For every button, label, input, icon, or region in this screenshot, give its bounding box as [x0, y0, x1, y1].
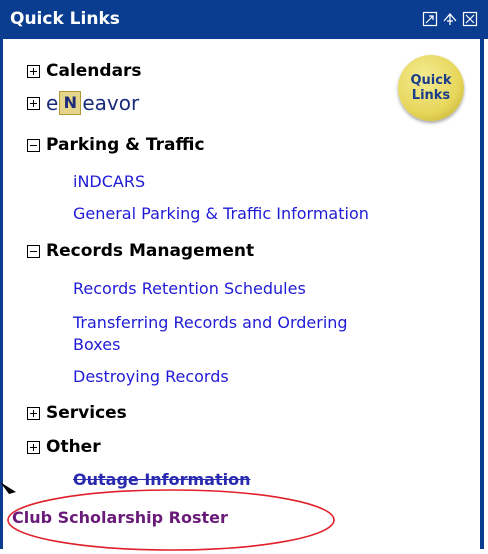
panel-header: Quick Links: [0, 0, 488, 39]
category-calendars[interactable]: Calendars: [27, 61, 142, 81]
endeavor-suffix: eavor: [82, 91, 140, 115]
category-label: Calendars: [46, 61, 142, 81]
category-label: Services: [46, 403, 127, 423]
link-destroying-records[interactable]: Destroying Records: [73, 366, 229, 388]
link-club-scholarship-roster[interactable]: Club Scholarship Roster: [12, 508, 228, 527]
endeavor-prefix: e: [46, 91, 59, 115]
restore-icon[interactable]: [422, 11, 438, 27]
link-indcars[interactable]: iNDCARS: [73, 171, 145, 193]
header-icons: [422, 11, 478, 27]
category-services[interactable]: Services: [27, 403, 127, 423]
category-label: Parking & Traffic: [46, 135, 205, 155]
collapse-up-icon[interactable]: [442, 11, 458, 27]
category-other[interactable]: Other: [27, 437, 101, 457]
category-endeavor[interactable]: e N eavor: [27, 91, 139, 115]
badge-line-2: Links: [411, 88, 451, 103]
link-transferring-records[interactable]: Transferring Records and Ordering: [73, 312, 348, 334]
link-transferring-records-cont[interactable]: Boxes: [73, 334, 120, 356]
endeavor-logo[interactable]: e N eavor: [46, 91, 139, 115]
panel-title: Quick Links: [10, 9, 120, 29]
category-parking[interactable]: Parking & Traffic: [27, 135, 205, 155]
collapse-minus-icon[interactable]: [27, 244, 40, 258]
collapse-minus-icon[interactable]: [27, 138, 40, 152]
link-general-parking[interactable]: General Parking & Traffic Information: [73, 203, 369, 225]
annotation-arrow-icon: [0, 482, 16, 494]
category-label: Other: [46, 437, 101, 457]
close-icon[interactable]: [462, 11, 478, 27]
nd-monogram-icon: N: [59, 91, 82, 115]
expand-plus-icon[interactable]: [27, 96, 40, 110]
quick-links-badge[interactable]: Quick Links: [398, 55, 464, 121]
expand-plus-icon[interactable]: [27, 406, 40, 420]
category-label: Records Management: [46, 241, 255, 261]
badge-line-1: Quick: [410, 73, 452, 88]
expand-plus-icon[interactable]: [27, 64, 40, 78]
link-records-retention[interactable]: Records Retention Schedules: [73, 278, 306, 300]
expand-plus-icon[interactable]: [27, 440, 40, 454]
category-records[interactable]: Records Management: [27, 241, 254, 261]
